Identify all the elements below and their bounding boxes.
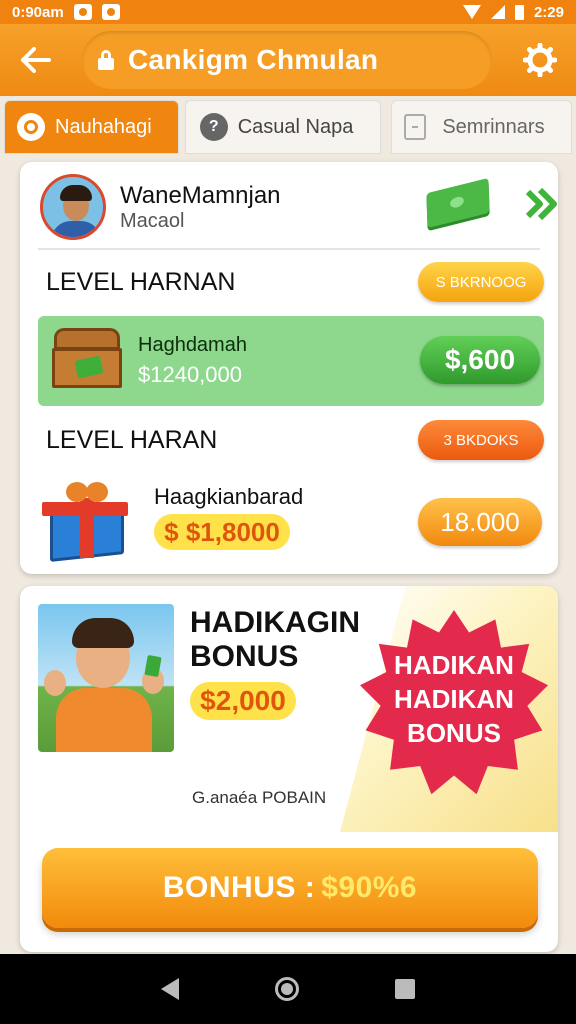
level-badge[interactable]: 3 BKDOKS: [418, 420, 544, 460]
app-title: Cankigm Chmulan: [128, 44, 379, 75]
bonus-card: HADIKAGIN BONUS $2,000 HADIKAN HADIKAN B…: [20, 586, 558, 952]
settings-button[interactable]: [518, 38, 562, 82]
level-row: LEVEL HARNAN S BKRNOOG: [20, 260, 558, 304]
burst-line: HADIKAN: [394, 684, 514, 714]
profile-name: WaneMamnjan: [120, 182, 281, 209]
burst-line: BONUS: [407, 718, 501, 748]
nav-home-icon[interactable]: [275, 977, 299, 1001]
settings-gear-icon: [523, 43, 557, 77]
bonus-footer-note: G.anaéa POBAIN: [192, 788, 327, 807]
chevron-right-button[interactable]: [520, 184, 560, 224]
level-title: LEVEL HARNAN: [46, 268, 236, 296]
app-bar: Cankigm Chmulan: [0, 24, 576, 96]
battery-icon: [514, 4, 524, 20]
profile-subtitle: Macaol: [120, 210, 185, 232]
reward-row-chest[interactable]: Haghdamah $1240,000 $,600: [38, 316, 544, 406]
chevron-right-icon: [525, 187, 557, 221]
status-bar: 0:90am 2:29: [0, 0, 576, 24]
notification-icon-2: [101, 4, 120, 20]
claim-bonus-button[interactable]: BONHUS : $90%6: [42, 848, 538, 928]
treasure-chest-icon: [52, 328, 122, 388]
bonus-burst-text: HADIKAN HADIKAN BONUS: [360, 648, 548, 750]
tab-bar: Nauhahagi ? Casual Napa Semrinnars: [0, 100, 576, 156]
gift-value-button[interactable]: 18.000: [418, 498, 542, 546]
bonus-amount: $2,000: [190, 682, 296, 720]
tab-label: Semrinnars: [442, 115, 545, 138]
nav-back-icon[interactable]: [161, 978, 179, 1000]
tab-nauhahagi[interactable]: Nauhahagi: [4, 100, 179, 154]
level-badge[interactable]: S BKRNOOG: [418, 262, 544, 302]
burst-line: HADIKAN: [394, 650, 514, 680]
tab-semrinnars[interactable]: Semrinnars: [391, 100, 572, 154]
chat-bubble-icon: [17, 113, 45, 141]
back-arrow-icon: [21, 47, 51, 73]
bonus-title: HADIKAGIN BONUS: [190, 606, 360, 673]
level-row: LEVEL HARAN 3 BKDOKS: [20, 418, 558, 462]
title-pill: Cankigm Chmulan: [82, 31, 492, 89]
avatar: [40, 174, 106, 240]
divider: [38, 248, 540, 250]
cash-icon: [426, 177, 490, 229]
status-clock: 2:29: [533, 3, 564, 21]
rewards-card: WaneMamnjan Macaol LEVEL HARNAN S BKRNOO…: [20, 162, 558, 574]
nav-recents-icon[interactable]: [395, 979, 415, 999]
bonus-button-value: $90%6: [321, 871, 418, 904]
wifi-icon: [462, 5, 481, 19]
status-time: 0:90am: [12, 3, 64, 21]
profile-row[interactable]: WaneMamnjan Macaol: [20, 162, 558, 248]
tab-casual-napa[interactable]: ? Casual Napa: [184, 100, 382, 154]
reward-subvalue: $1240,000: [138, 362, 242, 387]
level-title: LEVEL HARAN: [46, 426, 218, 454]
bonus-character-image: [38, 604, 174, 752]
tab-label: Casual Napa: [237, 115, 354, 138]
notification-icon: [73, 4, 92, 20]
gift-box-icon: [40, 478, 132, 562]
tab-label: Nauhahagi: [55, 115, 152, 138]
back-button[interactable]: [14, 38, 58, 82]
lock-icon: [98, 50, 114, 70]
document-icon: [404, 114, 427, 140]
help-icon: ?: [199, 113, 228, 141]
bonus-button-label: BONHUS :: [162, 871, 316, 904]
system-nav-bar: [0, 954, 576, 1024]
reward-value-button[interactable]: $,600: [420, 336, 540, 384]
reward-label: Haghdamah: [138, 334, 247, 356]
gift-label: Haagkianbarad: [154, 484, 304, 509]
signal-icon: [490, 5, 505, 19]
reward-row-gift[interactable]: Haagkianbarad $ $1,8000 18.000: [20, 468, 558, 564]
gift-amount: $ $1,8000: [154, 514, 290, 550]
